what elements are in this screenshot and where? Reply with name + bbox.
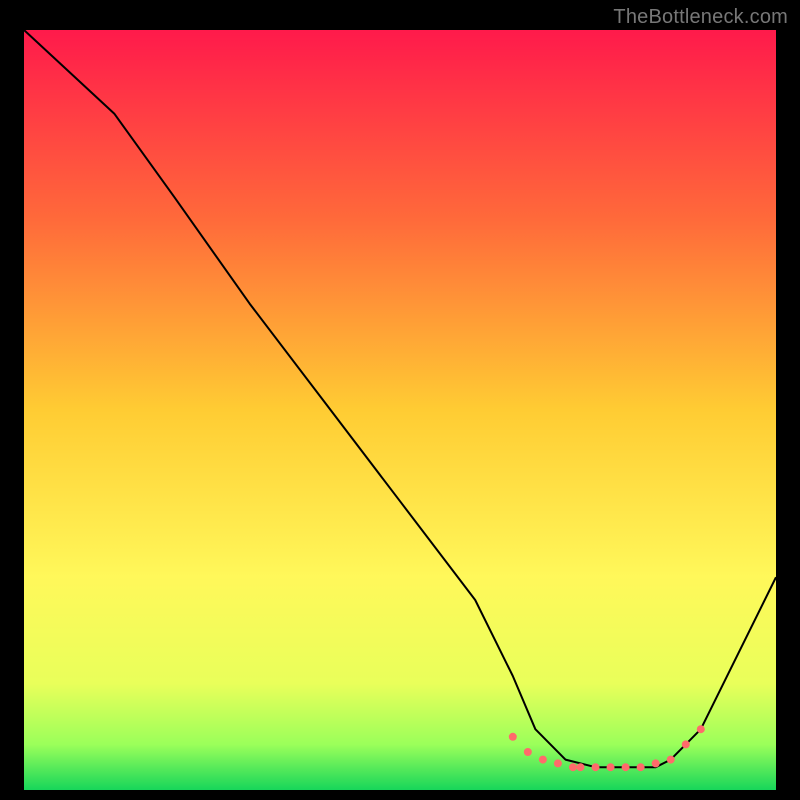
bottleneck-chart xyxy=(24,30,776,790)
marker-dot xyxy=(554,759,562,767)
marker-dot xyxy=(637,763,645,771)
marker-dot xyxy=(622,763,630,771)
marker-dot xyxy=(667,756,675,764)
marker-dot xyxy=(524,748,532,756)
marker-dot xyxy=(682,740,690,748)
watermark-text: TheBottleneck.com xyxy=(613,6,788,29)
marker-dot xyxy=(607,763,615,771)
marker-dot xyxy=(509,733,517,741)
marker-dot xyxy=(697,725,705,733)
marker-dot xyxy=(569,763,577,771)
marker-dot xyxy=(576,763,584,771)
marker-dot xyxy=(539,756,547,764)
marker-dot xyxy=(592,763,600,771)
marker-dot xyxy=(652,759,660,767)
